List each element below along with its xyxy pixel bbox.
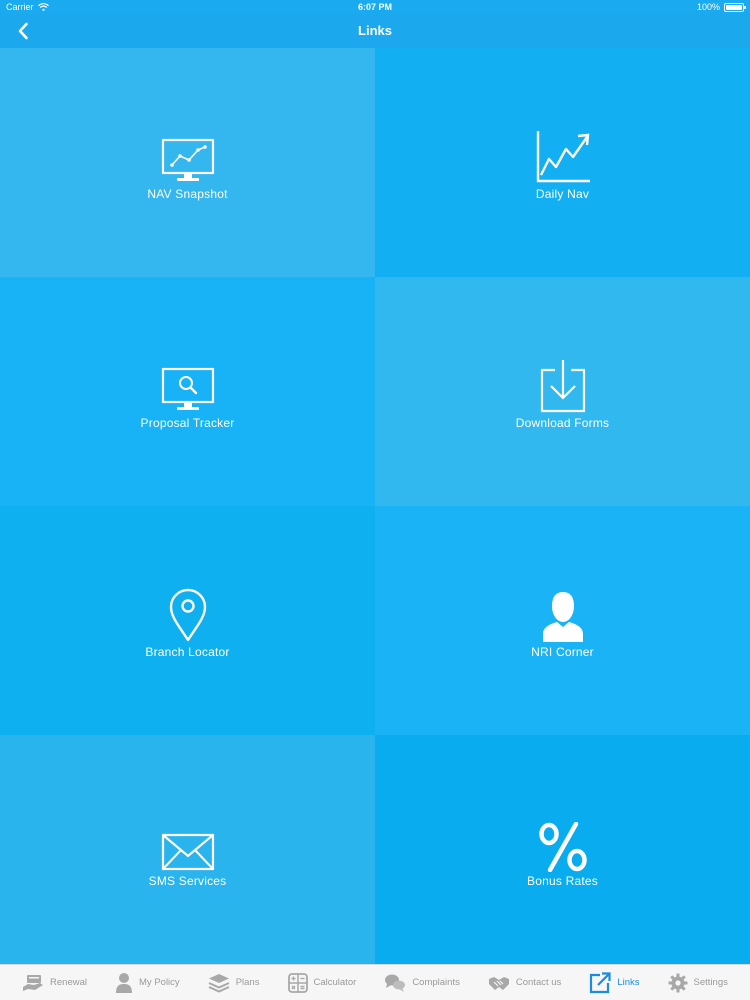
tab-label: My Policy bbox=[139, 977, 180, 988]
person-icon bbox=[533, 583, 593, 643]
tab-complaints[interactable]: Complaints bbox=[384, 973, 460, 993]
battery-indicator: 100% bbox=[696, 2, 746, 12]
tab-plans[interactable]: Plans bbox=[208, 973, 260, 993]
tab-bar: Renewal My Policy Plans Calculator Compl… bbox=[0, 964, 750, 1000]
tab-my-policy[interactable]: My Policy bbox=[115, 972, 180, 994]
tile-label: Daily Nav bbox=[535, 186, 590, 201]
tab-label: Complaints bbox=[412, 977, 460, 988]
tile-label: NRI Corner bbox=[531, 644, 594, 659]
tile-bonus-rates[interactable]: Bonus Rates bbox=[375, 735, 750, 964]
layers-icon bbox=[208, 973, 230, 993]
user-icon bbox=[116, 972, 133, 993]
tile-label: Bonus Rates bbox=[527, 873, 598, 888]
status-time: 6:07 PM bbox=[357, 2, 392, 12]
tile-branch-locator[interactable]: Branch Locator bbox=[0, 506, 375, 735]
tile-nri-corner[interactable]: NRI Corner bbox=[375, 506, 750, 735]
links-grid: NAV Snapshot Daily Nav Proposal Tracker bbox=[0, 48, 750, 964]
navigation-bar: Links bbox=[0, 14, 750, 48]
tile-label: SMS Services bbox=[148, 873, 227, 888]
tab-links[interactable]: Links bbox=[589, 971, 640, 994]
envelope-icon bbox=[158, 812, 218, 872]
tab-label: Settings bbox=[693, 977, 728, 988]
tile-daily-nav[interactable]: Daily Nav bbox=[375, 48, 750, 277]
tab-label: Contact us bbox=[515, 977, 562, 988]
tile-label: Proposal Tracker bbox=[140, 415, 235, 430]
tab-label: Calculator bbox=[313, 977, 357, 988]
tab-calculator[interactable]: Calculator bbox=[287, 972, 357, 993]
battery-percent: 100% bbox=[696, 2, 720, 12]
tab-label: Renewal bbox=[50, 977, 87, 988]
line-chart-icon bbox=[533, 125, 593, 185]
tile-label: Download Forms bbox=[515, 415, 610, 430]
gear-icon bbox=[668, 973, 688, 992]
monitor-search-icon bbox=[158, 354, 218, 414]
tab-renewal[interactable]: Renewal bbox=[22, 973, 87, 993]
tile-label: NAV Snapshot bbox=[147, 186, 228, 201]
tab-label: Links bbox=[617, 977, 640, 988]
external-link-icon bbox=[590, 971, 611, 993]
tile-download-forms[interactable]: Download Forms bbox=[375, 277, 750, 506]
tile-nav-snapshot[interactable]: NAV Snapshot bbox=[0, 48, 375, 277]
calculator-icon bbox=[287, 972, 308, 993]
monitor-chart-icon bbox=[158, 125, 218, 185]
chat-icon bbox=[385, 974, 406, 992]
tab-label: Plans bbox=[235, 977, 260, 988]
tile-label: Branch Locator bbox=[145, 644, 230, 659]
download-icon bbox=[533, 354, 593, 414]
percent-icon bbox=[533, 812, 593, 872]
tab-settings[interactable]: Settings bbox=[668, 973, 728, 993]
tile-proposal-tracker[interactable]: Proposal Tracker bbox=[0, 277, 375, 506]
tab-contact-us[interactable]: Contact us bbox=[488, 974, 561, 992]
handshake-icon bbox=[488, 976, 509, 990]
tile-sms-services[interactable]: SMS Services bbox=[0, 735, 375, 964]
battery-icon bbox=[724, 2, 746, 12]
renewal-icon bbox=[23, 974, 44, 991]
map-pin-icon bbox=[158, 583, 218, 643]
page-title: Links bbox=[358, 23, 392, 38]
status-bar: Carrier 6:07 PM 100% bbox=[0, 0, 750, 14]
